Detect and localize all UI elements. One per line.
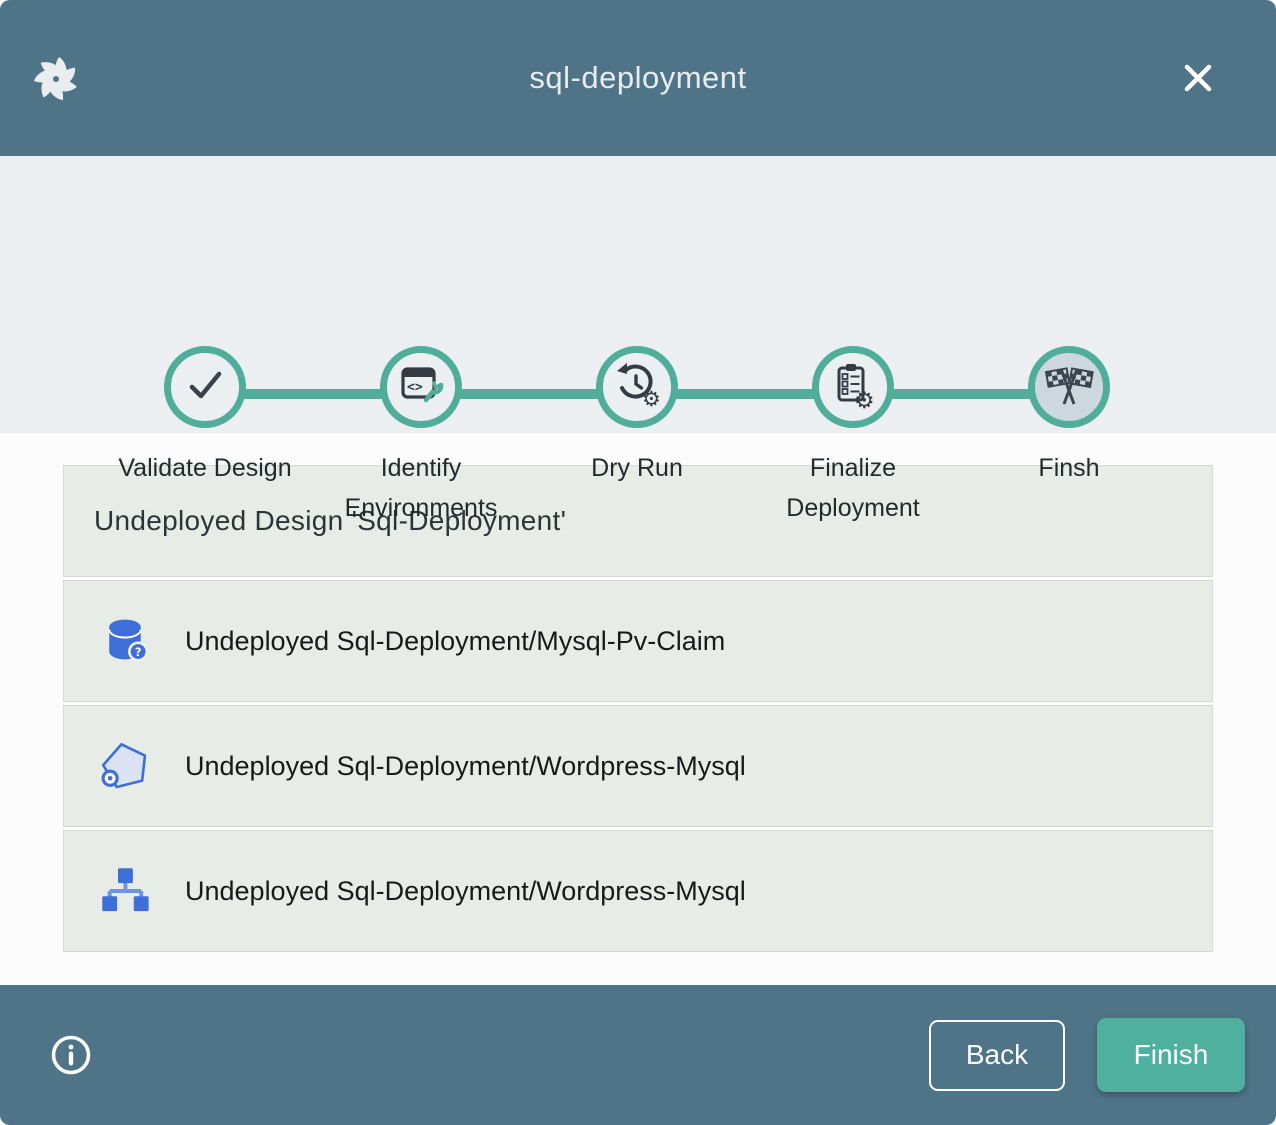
result-row: Undeployed Sql-Deployment/Wordpress-Mysq… <box>63 705 1213 827</box>
modal-footer: Back Finish <box>0 985 1276 1125</box>
deployment-wizard-dialog: sql-deployment Validate Design <box>0 0 1276 1125</box>
database-question-icon: ? <box>97 613 153 669</box>
close-icon[interactable] <box>1178 58 1218 98</box>
dialog-title: sql-deployment <box>529 60 746 96</box>
wizard-stepper: Validate Design <> Identify Environments <box>0 156 1276 433</box>
step-circle: <> <box>380 346 462 428</box>
step-dry-run[interactable]: ⚙ Dry Run <box>527 346 747 488</box>
back-button[interactable]: Back <box>929 1020 1065 1091</box>
step-finalize-deployment[interactable]: ⚙ Finalize Deployment <box>743 346 963 528</box>
step-validate-design[interactable]: Validate Design <box>95 346 315 488</box>
pentagon-service-icon <box>97 738 153 794</box>
step-circle <box>1028 346 1110 428</box>
clipboard-gear-icon: ⚙ <box>829 361 877 414</box>
sitemap-deployment-icon <box>97 863 153 919</box>
modal-header: sql-deployment <box>0 0 1276 156</box>
code-tools-icon: <> <box>397 361 445 414</box>
history-gear-icon: ⚙ <box>613 361 661 414</box>
result-row: Undeployed Sql-Deployment/Wordpress-Mysq… <box>63 830 1213 952</box>
step-finish[interactable]: Finsh <box>959 346 1179 488</box>
svg-text:<>: <> <box>407 380 423 395</box>
step-label: Finsh <box>981 448 1157 488</box>
info-icon[interactable] <box>49 1033 93 1077</box>
result-text: Undeployed Sql-Deployment/Mysql-Pv-Claim <box>185 626 725 657</box>
step-label: Validate Design <box>117 448 293 488</box>
svg-text:⚙: ⚙ <box>854 388 875 409</box>
svg-text:⚙: ⚙ <box>642 387 661 409</box>
step-label: Finalize Deployment <box>765 448 941 528</box>
deployment-results-panel: Undeployed Design 'Sql-Deployment' ? Und… <box>0 433 1276 985</box>
svg-text:?: ? <box>135 645 142 659</box>
step-label: Identify Environments <box>333 448 509 528</box>
step-circle: ⚙ <box>596 346 678 428</box>
meshery-logo <box>30 52 82 104</box>
step-identify-environments[interactable]: <> Identify Environments <box>311 346 531 528</box>
result-row: ? Undeployed Sql-Deployment/Mysql-Pv-Cla… <box>63 580 1213 702</box>
result-text: Undeployed Sql-Deployment/Wordpress-Mysq… <box>185 876 746 907</box>
footer-buttons: Back Finish <box>929 1018 1245 1092</box>
finish-flags-icon <box>1044 360 1094 415</box>
step-circle: ⚙ <box>812 346 894 428</box>
check-icon <box>181 361 229 414</box>
step-circle <box>164 346 246 428</box>
finish-button[interactable]: Finish <box>1097 1018 1245 1092</box>
step-label: Dry Run <box>549 448 725 488</box>
result-text: Undeployed Sql-Deployment/Wordpress-Mysq… <box>185 751 746 782</box>
